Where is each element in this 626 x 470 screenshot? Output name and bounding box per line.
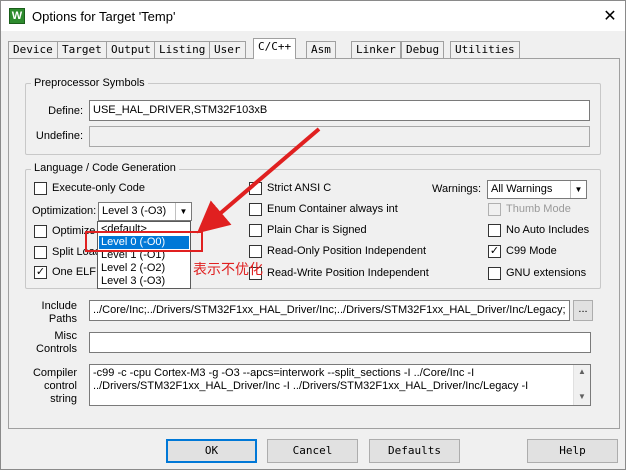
annotation-text: 表示不优化 — [193, 261, 263, 277]
annotation-arrow-icon — [196, 127, 321, 234]
options-dialog: W Options for Target 'Temp' ✕ Device Tar… — [0, 0, 626, 470]
